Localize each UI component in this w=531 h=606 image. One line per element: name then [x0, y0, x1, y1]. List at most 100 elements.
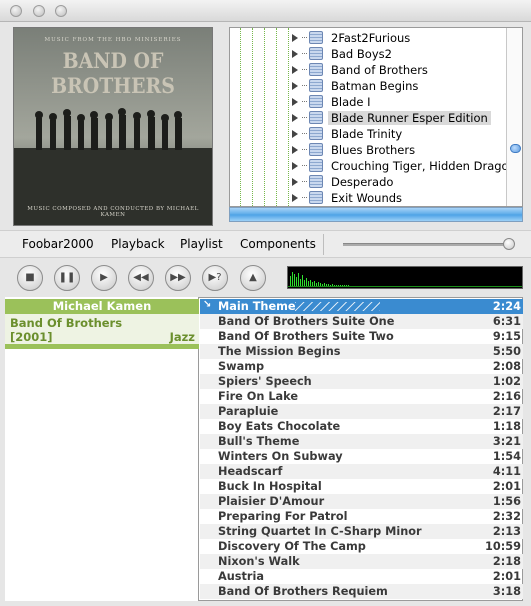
minimize-window-button[interactable] [33, 5, 45, 17]
playlist-row[interactable]: String Quartet In C-Sharp Minor 2:13 [200, 524, 523, 539]
library-item[interactable]: Bad Boys2 [292, 46, 512, 62]
expand-arrow-icon[interactable] [292, 82, 298, 90]
track-duration: 3:21 [492, 435, 521, 448]
track-duration: 1:02 [492, 375, 521, 388]
track-title: Buck In Hospital [218, 480, 322, 493]
menu-playlist[interactable]: Playlist [180, 237, 223, 251]
playlist-row[interactable]: Nixon's Walk 2:18 [200, 554, 523, 569]
expand-arrow-icon[interactable] [292, 194, 298, 202]
expand-arrow-icon[interactable] [292, 114, 298, 122]
close-window-button[interactable] [10, 5, 22, 17]
scrollbar-thumb[interactable] [510, 144, 521, 153]
playlist-row[interactable]: Austria 2:01 [200, 569, 523, 584]
expand-arrow-icon[interactable] [292, 146, 298, 154]
library-item[interactable]: Blues Brothers [292, 142, 512, 158]
spectrum-bar [318, 282, 319, 286]
spectrum-bar [316, 283, 317, 286]
library-item[interactable]: Blade Trinity [292, 126, 512, 142]
library-item[interactable]: Blade I [292, 94, 512, 110]
spectrum-bar [344, 285, 345, 286]
tree-guide-line [264, 28, 265, 206]
volume-slider-track[interactable] [343, 243, 513, 246]
eject-icon: ▲ [249, 272, 257, 283]
spectrum-bar [334, 285, 335, 286]
tree-guide-line [288, 28, 289, 206]
library-item[interactable]: Blade Runner Esper Edition [292, 110, 512, 126]
track-duration: 2:32 [492, 510, 521, 523]
library-horizontal-scrollbar[interactable] [229, 207, 523, 222]
playlist-row[interactable]: The Mission Begins 5:50 [200, 344, 523, 359]
playlist-row[interactable]: Band Of Brothers Suite Two 9:15 [200, 329, 523, 344]
playlist-row[interactable]: Discovery Of The Camp 10:59 [200, 539, 523, 554]
track-duration: 2:16 [492, 390, 521, 403]
next-button[interactable]: ▶▶ [165, 265, 191, 291]
expand-arrow-icon[interactable] [292, 98, 298, 106]
library-item-label: Crouching Tiger, Hidden Dragon [331, 159, 516, 173]
spectrum-bar [304, 280, 305, 286]
title-bar [0, 0, 531, 22]
library-item[interactable]: Desperado [292, 174, 512, 190]
track-duration: 2:24 [492, 300, 521, 313]
playlist-row[interactable]: Spiers' Speech 1:02 [200, 374, 523, 389]
playlist-row[interactable]: Band Of Brothers Suite One 6:31 [200, 314, 523, 329]
playlist-row-playing[interactable]: ↘ Main Theme 2:24 [200, 299, 523, 314]
playlist-row[interactable]: Buck In Hospital 2:01 [200, 479, 523, 494]
playlist-row[interactable]: Band Of Brothers Requiem 3:18 [200, 584, 523, 599]
tree-connector [302, 69, 307, 70]
previous-button[interactable]: ◀◀ [128, 265, 154, 291]
album-folder-icon [309, 159, 323, 172]
expand-arrow-icon[interactable] [292, 178, 298, 186]
menu-playback[interactable]: Playback [111, 237, 165, 251]
spectrum-visualizer [287, 266, 523, 289]
track-title: Preparing For Patrol [218, 510, 348, 523]
tree-guide-line [252, 28, 253, 206]
menu-foobar2000[interactable]: Foobar2000 [22, 237, 94, 251]
playlist-row[interactable]: Headscarf 4:11 [200, 464, 523, 479]
zoom-window-button[interactable] [55, 5, 67, 17]
eject-button[interactable]: ▲ [240, 265, 266, 291]
library-item[interactable]: Band of Brothers [292, 62, 512, 78]
playlist-row[interactable]: Bull's Theme 3:21 [200, 434, 523, 449]
expand-arrow-icon[interactable] [292, 34, 298, 42]
playlist-row[interactable]: Swamp 2:08 [200, 359, 523, 374]
track-duration: 2:18 [492, 555, 521, 568]
playlist-row[interactable]: Plaisier D'Amour 1:56 [200, 494, 523, 509]
playlist-row[interactable]: Fire On Lake 2:16 [200, 389, 523, 404]
spectrum-bar [342, 285, 343, 286]
expand-arrow-icon[interactable] [292, 50, 298, 58]
tree-connector [302, 101, 307, 102]
spectrum-bar [300, 279, 301, 286]
tree-connector [302, 197, 307, 198]
pause-button[interactable]: ❚❚ [54, 265, 80, 291]
track-title: Winters On Subway [218, 450, 343, 463]
expand-arrow-icon[interactable] [292, 130, 298, 138]
stop-button[interactable]: ■ [17, 265, 43, 291]
tree-connector [302, 165, 307, 166]
track-duration: 1:56 [492, 495, 521, 508]
expand-arrow-icon[interactable] [292, 162, 298, 170]
playlist-row[interactable]: Preparing For Patrol 2:32 [200, 509, 523, 524]
track-duration: 3:18 [492, 585, 521, 598]
library-item-label: Blade Trinity [331, 127, 403, 141]
playlist-row[interactable]: Parapluie 2:17 [200, 404, 523, 419]
playlist-row[interactable]: Boy Eats Chocolate 1:18 [200, 419, 523, 434]
menu-components[interactable]: Components [240, 237, 316, 251]
track-title: The Mission Begins [218, 345, 341, 358]
library-tree[interactable]: 2Fast2Furious Bad Boys2 Band of Brothers Ba… [229, 27, 523, 207]
volume-slider-knob[interactable] [503, 238, 515, 250]
random-button[interactable]: ▶? [202, 265, 228, 291]
track-title: Main Theme [218, 300, 296, 313]
play-button[interactable]: ▶ [91, 265, 117, 291]
track-duration: 6:31 [492, 315, 521, 328]
library-item[interactable]: Batman Begins [292, 78, 512, 94]
library-item-label: Blade Runner Esper Edition [328, 111, 491, 125]
spectrum-bar [302, 275, 303, 286]
library-scrollbar[interactable] [506, 28, 522, 206]
track-title: Band Of Brothers Requiem [218, 585, 388, 598]
library-item[interactable]: 2Fast2Furious [292, 30, 512, 46]
library-item[interactable]: Crouching Tiger, Hidden Dragon [292, 158, 516, 174]
playlist-row[interactable]: Winters On Subway 1:54 [200, 449, 523, 464]
expand-arrow-icon[interactable] [292, 66, 298, 74]
library-item[interactable]: Exit Wounds [292, 190, 512, 206]
random-icon: ▶? [208, 272, 222, 283]
